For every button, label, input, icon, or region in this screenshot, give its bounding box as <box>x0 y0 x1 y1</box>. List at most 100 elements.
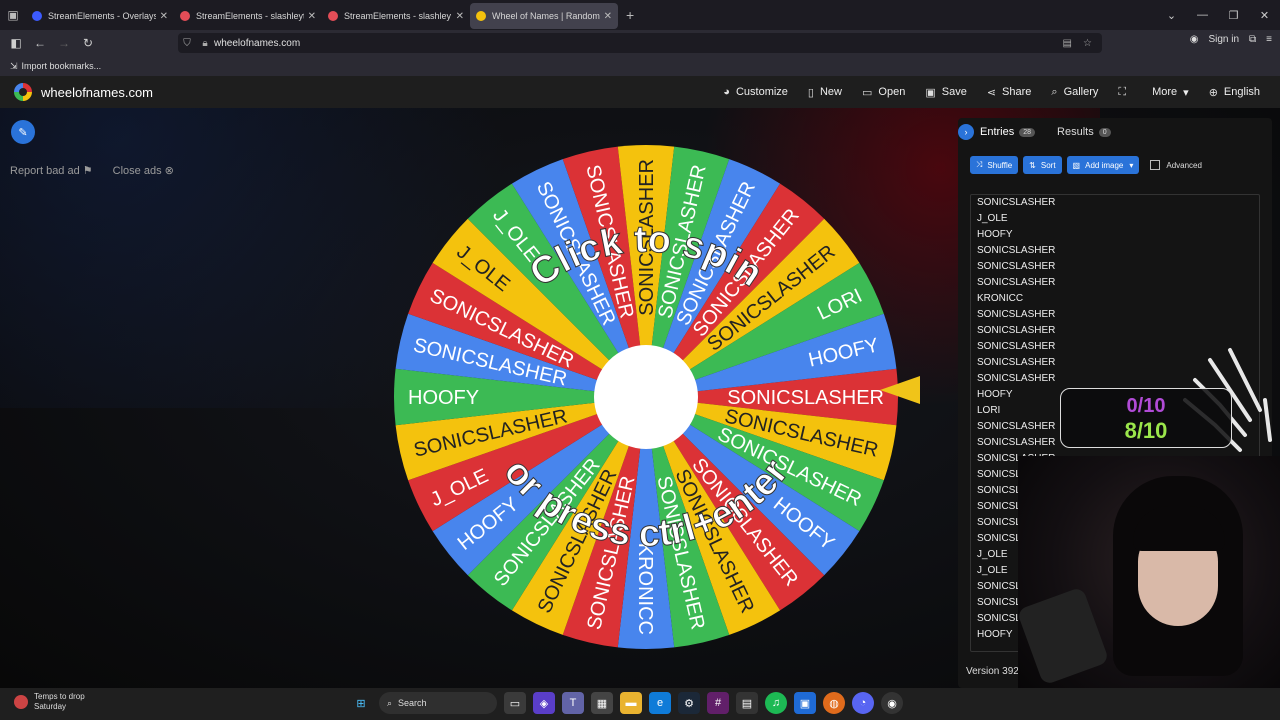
back-button[interactable]: ← <box>28 36 52 50</box>
shuffle-button[interactable]: ⤨ Shuffle <box>970 156 1019 174</box>
reader-view-icon[interactable]: ▤ <box>1063 38 1072 49</box>
close-circle-icon: ⊗ <box>164 165 174 177</box>
browser-tab[interactable]: StreamElements - slashley ✕ <box>322 3 470 29</box>
minimize-button[interactable]: — <box>1187 9 1218 21</box>
wheel[interactable]: SONICSLASHER SONICSLASHER SONICSLASHER HOOF… <box>391 142 901 652</box>
entry-line[interactable]: SONICSLASHER <box>971 323 1259 339</box>
menu-item[interactable]: ▣ Save <box>915 86 976 99</box>
url-bar[interactable]: ⛉ 🔒︎ wheelofnames.com ▤ ☆ <box>178 33 1102 53</box>
menu-item-label: English <box>1223 86 1260 98</box>
sidebar-icon[interactable]: ◧ <box>4 36 28 50</box>
menu-item[interactable]: ⛶ <box>1108 86 1142 99</box>
task-view-icon[interactable]: ▭ <box>504 692 526 714</box>
slack-icon[interactable]: # <box>707 692 729 714</box>
image-icon: ▧ <box>1072 160 1081 170</box>
teams-icon[interactable]: T <box>562 692 584 714</box>
browser-tab[interactable]: Wheel of Names | Random nam ✕ <box>470 3 618 29</box>
streamelements-icon <box>32 11 42 21</box>
entry-line[interactable]: J_OLE <box>971 211 1259 227</box>
weather-widget[interactable]: Temps to drop Saturday <box>14 692 85 712</box>
tab-label: StreamElements - slashley <box>344 11 452 21</box>
folder-icon: ▭ <box>862 86 873 99</box>
close-tab-icon[interactable]: ✕ <box>456 11 464 22</box>
close-tab-icon[interactable]: ✕ <box>160 11 168 22</box>
menu-item[interactable]: More ▾ <box>1142 86 1199 99</box>
copilot-icon[interactable]: ◈ <box>533 692 555 714</box>
advanced-checkbox[interactable]: Advanced <box>1150 160 1202 170</box>
steam-icon[interactable]: ⚙ <box>678 692 700 714</box>
sort-button[interactable]: ⇅ Sort <box>1023 156 1062 174</box>
menu-item[interactable]: ▭ Open <box>852 86 915 99</box>
menu-item[interactable]: ⌕ Gallery <box>1041 86 1108 99</box>
tab-label: StreamElements - slashleytv <box>196 11 304 21</box>
entry-line[interactable]: SONICSLASHER <box>971 195 1259 211</box>
obs-icon[interactable]: ◉ <box>881 692 903 714</box>
wheel-hub[interactable] <box>594 345 698 449</box>
goal-counter: 0/10 8/10 <box>1060 388 1232 448</box>
new-tab-button[interactable]: + <box>626 7 634 23</box>
close-window-button[interactable]: ✕ <box>1249 9 1280 22</box>
extensions-icon[interactable]: ⧉ <box>1249 34 1256 45</box>
taskbar-search[interactable]: ⌕ Search <box>379 692 497 714</box>
file-explorer-icon[interactable]: ▬ <box>620 692 642 714</box>
site-logo-text: wheelofnames.com <box>41 84 153 100</box>
browser-tab[interactable]: StreamElements - Overlays ✕ <box>26 3 174 29</box>
entry-line[interactable]: SONICSLASHER <box>971 243 1259 259</box>
entry-line[interactable]: SONICSLASHER <box>971 275 1259 291</box>
search-icon: ⌕ <box>1051 85 1058 98</box>
restore-button[interactable]: ❐ <box>1218 9 1249 22</box>
tab-entries[interactable]: Entries 28 <box>980 126 1036 138</box>
menu-item[interactable]: ◕ Customize <box>713 86 798 98</box>
app-icon[interactable]: ▤ <box>736 692 758 714</box>
close-tab-icon[interactable]: ✕ <box>308 11 316 22</box>
sign-in-button[interactable]: Sign in <box>1208 34 1239 45</box>
edge-icon[interactable]: e <box>649 692 671 714</box>
store-icon[interactable]: ▦ <box>591 692 613 714</box>
entry-line[interactable]: HOOFY <box>971 227 1259 243</box>
lock-icon[interactable]: 🔒︎ <box>196 38 214 49</box>
import-bookmarks-link[interactable]: Import bookmarks... <box>22 61 102 71</box>
close-tab-icon[interactable]: ✕ <box>604 11 612 22</box>
shield-icon[interactable]: ⛉ <box>178 38 196 49</box>
forward-button[interactable]: → <box>52 36 76 50</box>
entry-line[interactable]: SONICSLASHER <box>971 307 1259 323</box>
edit-pencil-button[interactable]: ✎ <box>11 120 35 144</box>
entry-line[interactable]: KRONICC <box>971 291 1259 307</box>
url-text[interactable]: wheelofnames.com <box>214 38 300 49</box>
firefox-icon[interactable]: ◍ <box>823 692 845 714</box>
menu-item[interactable]: ⊕ English <box>1199 86 1270 99</box>
results-count-badge: 0 <box>1098 127 1111 137</box>
site-logo[interactable]: wheelofnames.com <box>14 83 153 101</box>
browser-tab[interactable]: StreamElements - slashleytv ✕ <box>174 3 322 29</box>
fullscreen-icon: ⛶ <box>1118 85 1127 98</box>
menu-item[interactable]: ⋖ Share <box>977 86 1042 99</box>
tab-list-icon[interactable]: ▣ <box>0 8 26 22</box>
bookmark-star-icon[interactable]: ☆ <box>1083 38 1092 49</box>
shuffle-icon: ⤨ <box>976 160 983 169</box>
collapse-panel-icon[interactable]: › <box>958 124 974 140</box>
palette-icon: ◕ <box>723 86 730 98</box>
menu-item[interactable]: ▯ New <box>798 86 852 99</box>
list-tabs-icon[interactable]: ⌄ <box>1156 9 1187 22</box>
add-image-button[interactable]: ▧ Add image ▾ <box>1066 156 1140 174</box>
ad-links: Report bad ad ⚑ Close ads ⊗ <box>10 164 174 177</box>
version-label: Version 392 <box>966 666 1019 677</box>
close-ads-link[interactable]: Close ads ⊗ <box>113 164 174 177</box>
wheel-svg[interactable]: SONICSLASHERSONICSLASHERSONICSLASHERHOOF… <box>391 142 901 652</box>
taskbar: Temps to drop Saturday ⊞ ⌕ Search ▭ ◈ T ▦ … <box>0 688 1280 720</box>
start-button[interactable]: ⊞ <box>350 692 372 714</box>
discord-icon[interactable]: ◔ <box>852 692 874 714</box>
menu-item-label: Gallery <box>1063 86 1099 98</box>
entries-count-badge: 28 <box>1019 127 1036 137</box>
entry-line[interactable]: SONICSLASHER <box>971 259 1259 275</box>
tab-results[interactable]: Results 0 <box>1057 126 1111 138</box>
account-icon[interactable]: ◉ <box>1190 34 1199 45</box>
menu-item-label: More <box>1152 86 1178 98</box>
app-menu-icon[interactable]: ≡ <box>1266 34 1272 45</box>
menu-item-label: Open <box>878 86 906 98</box>
spotify-icon[interactable]: ♫ <box>765 692 787 714</box>
photos-icon[interactable]: ▣ <box>794 692 816 714</box>
reload-button[interactable]: ↻ <box>76 36 100 50</box>
report-bad-ad-link[interactable]: Report bad ad ⚑ <box>10 164 93 177</box>
menu-item-label: Customize <box>735 86 788 98</box>
